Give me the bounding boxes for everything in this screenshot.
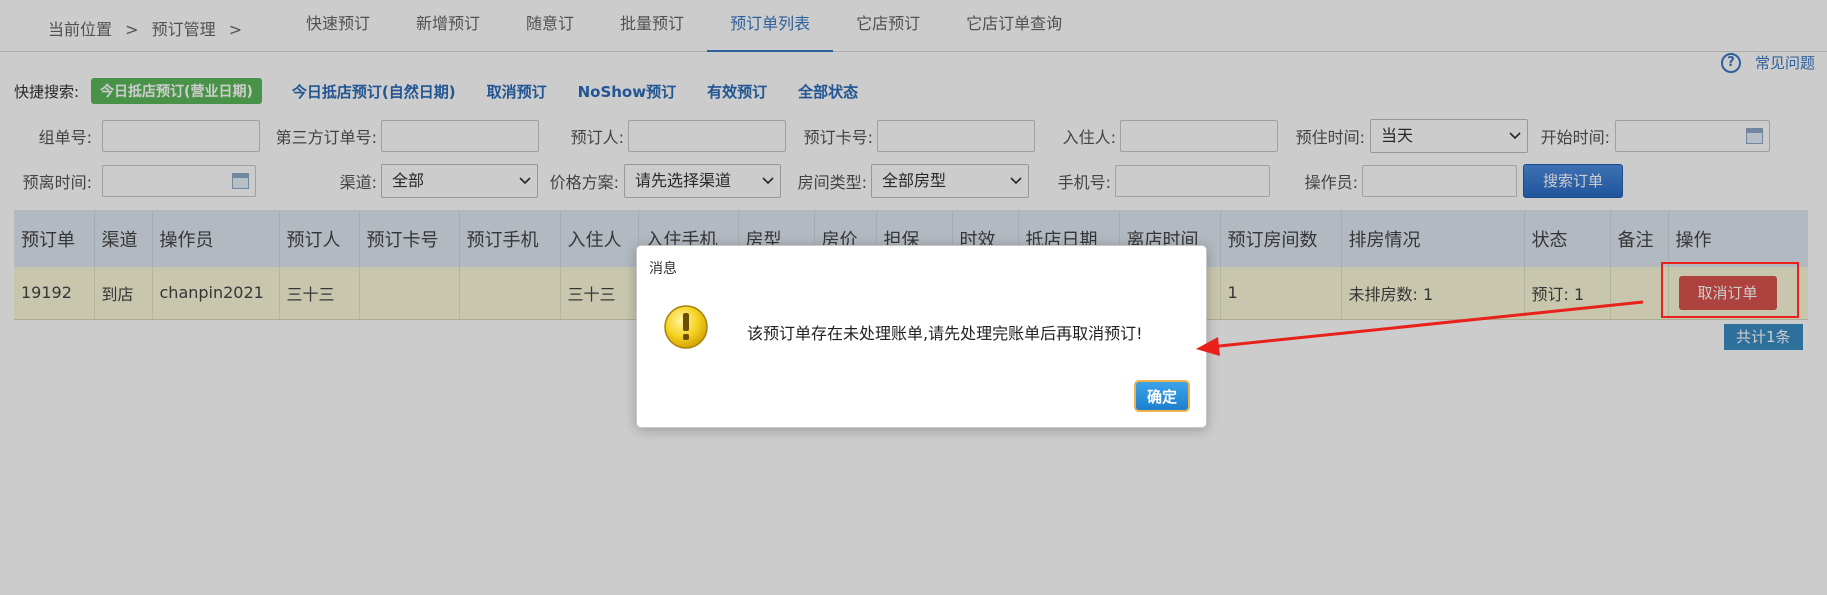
dialog-message: 该预订单存在未处理账单,请先处理完账单后再取消预订! xyxy=(747,324,1143,343)
warning-icon xyxy=(664,305,708,349)
ok-button[interactable]: 确定 xyxy=(1134,380,1190,412)
annotation-highlight-box xyxy=(1661,262,1799,318)
message-dialog: 消息 该预订单存在未处理账单,请先处理完账单后再取消预订! 确定 xyxy=(636,245,1207,428)
dialog-title: 消息 xyxy=(649,261,677,277)
